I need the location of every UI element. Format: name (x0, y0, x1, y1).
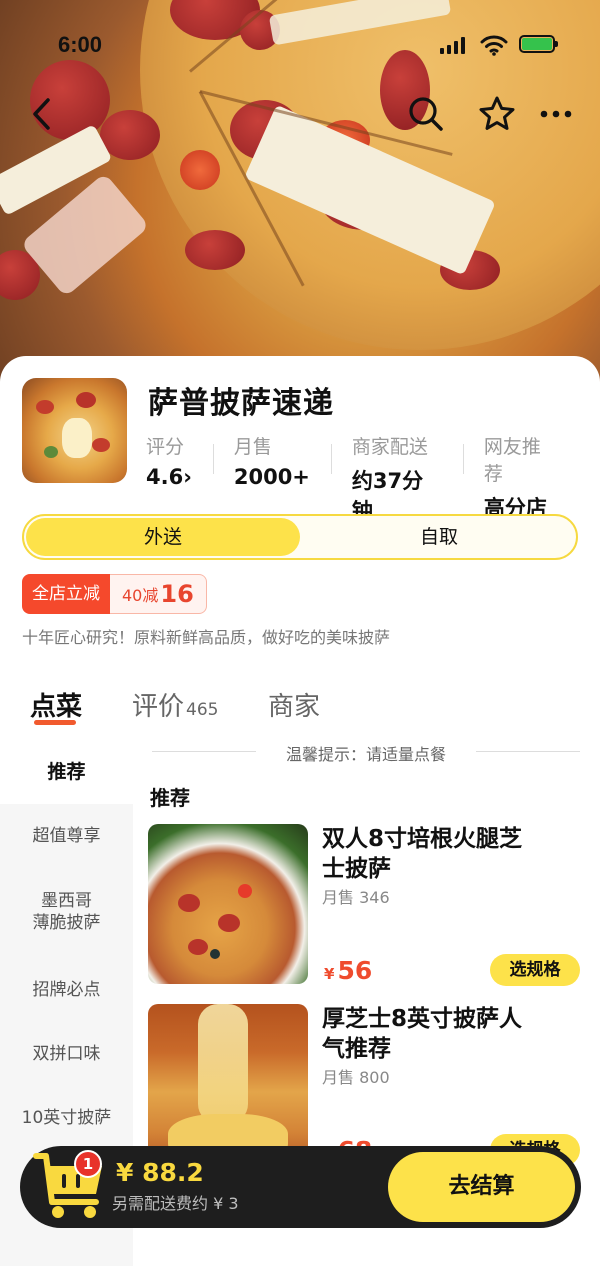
stat-delivery-time: 商家配送 约37分钟 (352, 432, 464, 525)
store-info-card: 萨普披萨速递 评分 4.6› 月售 2000+ 商家配送 约37分钟 网友推荐 … (0, 356, 600, 658)
stat-value: 4.6› (146, 465, 192, 489)
menu-item-price: ¥56 (324, 956, 372, 985)
tab-label: 点菜 (30, 692, 83, 722)
cart-count-badge: 1 (74, 1150, 102, 1178)
category-item-10-inch[interactable]: 10英寸披萨 (0, 1086, 133, 1150)
select-spec-button[interactable]: 选规格 (490, 954, 580, 986)
cart-bar: 1 ¥ 88.2 另需配送费约 ¥ 3 去结算 (20, 1146, 581, 1228)
search-icon (409, 97, 443, 131)
wifi-icon (480, 35, 508, 56)
tab-indicator (34, 720, 76, 725)
delivery-mode-toggle: 外送 自取 (22, 514, 578, 560)
menu-section-title: 推荐 (150, 786, 190, 810)
star-icon (479, 96, 515, 130)
menu-item-sold: 月售 346 (322, 888, 390, 907)
promo-badge[interactable]: 全店立减 40减 16 (22, 574, 207, 614)
tab-order[interactable]: 点菜 (30, 686, 82, 723)
menu-item-name: 厚芝士8英寸披萨人气推荐 (322, 1006, 523, 1062)
menu-item-name: 双人8寸培根火腿芝士披萨 (322, 826, 523, 882)
back-arrow-icon (33, 98, 50, 130)
status-time: 6:00 (58, 32, 103, 57)
category-item-premium[interactable]: 超值尊享 (0, 804, 133, 868)
pickup-option[interactable]: 自取 (302, 518, 576, 556)
tab-label: 评价 (132, 692, 185, 722)
stat-label: 网友推荐 (483, 436, 541, 485)
category-item-mexican-thin[interactable]: 墨西哥 薄脆披萨 (0, 868, 133, 958)
store-logo (22, 378, 127, 483)
promo-threshold: 40减 (122, 586, 159, 605)
stat-recommendation: 网友推荐 高分店 (484, 432, 580, 525)
promo-deal: 40减 16 (110, 574, 207, 614)
more-button[interactable] (534, 92, 578, 136)
price-value: 56 (337, 956, 373, 985)
cart-total: ¥ 88.2 (116, 1158, 204, 1187)
category-item-half-half[interactable]: 双拼口味 (0, 1022, 133, 1086)
delivery-fee-note: 另需配送费约 ¥ 3 (112, 1194, 239, 1213)
category-item-recommended[interactable]: 推荐 (0, 740, 133, 804)
promo-tag: 全店立减 (22, 574, 110, 614)
back-button[interactable] (20, 92, 64, 136)
signal-icon (440, 36, 465, 54)
favorite-button[interactable] (475, 92, 519, 136)
stat-monthly-sales: 月售 2000+ (234, 432, 332, 525)
battery-icon (519, 35, 558, 53)
stat-rating[interactable]: 评分 4.6› (146, 432, 214, 525)
store-name: 萨普披萨速递 (148, 386, 334, 421)
delivery-option[interactable]: 外送 (26, 518, 300, 556)
more-icon (540, 110, 572, 118)
stat-label: 评分 (146, 436, 185, 458)
stat-label: 月售 (233, 436, 272, 458)
order-tip-text: 温馨提示：请适量点餐 (285, 745, 446, 764)
menu-item-image (148, 824, 308, 984)
store-tabs: 点菜 评价 465 商家 (0, 672, 600, 732)
category-item-signature[interactable]: 招牌必点 (0, 958, 133, 1022)
tab-merchant[interactable]: 商家 (268, 686, 320, 723)
checkout-button[interactable]: 去结算 (388, 1152, 575, 1222)
status-bar: 6:00 (0, 30, 600, 62)
review-count: 465 (186, 700, 219, 720)
menu-item[interactable]: 厚芝士8英寸披萨人气推荐 月售 800 ¥68 选规格 (148, 1004, 588, 1166)
menu-item-sold: 月售 800 (322, 1068, 390, 1087)
tab-label: 商家 (268, 692, 321, 722)
stat-label: 商家配送 (351, 436, 428, 458)
menu-item-image (148, 1004, 308, 1164)
order-tip: 温馨提示：请适量点餐 (152, 741, 580, 764)
price-currency: ¥ (324, 965, 335, 983)
stat-value: 2000+ (233, 465, 310, 489)
store-stats: 评分 4.6› 月售 2000+ 商家配送 约37分钟 网友推荐 高分店 (146, 432, 600, 525)
promo-discount: 16 (160, 580, 194, 608)
menu-item[interactable]: 双人8寸培根火腿芝士披萨 月售 346 ¥56 选规格 (148, 824, 588, 986)
search-button[interactable] (404, 92, 448, 136)
tab-reviews[interactable]: 评价 465 (132, 686, 218, 723)
store-slogan: 十年匠心研究！原料新鲜高品质，做好吃的美味披萨 (22, 628, 391, 647)
